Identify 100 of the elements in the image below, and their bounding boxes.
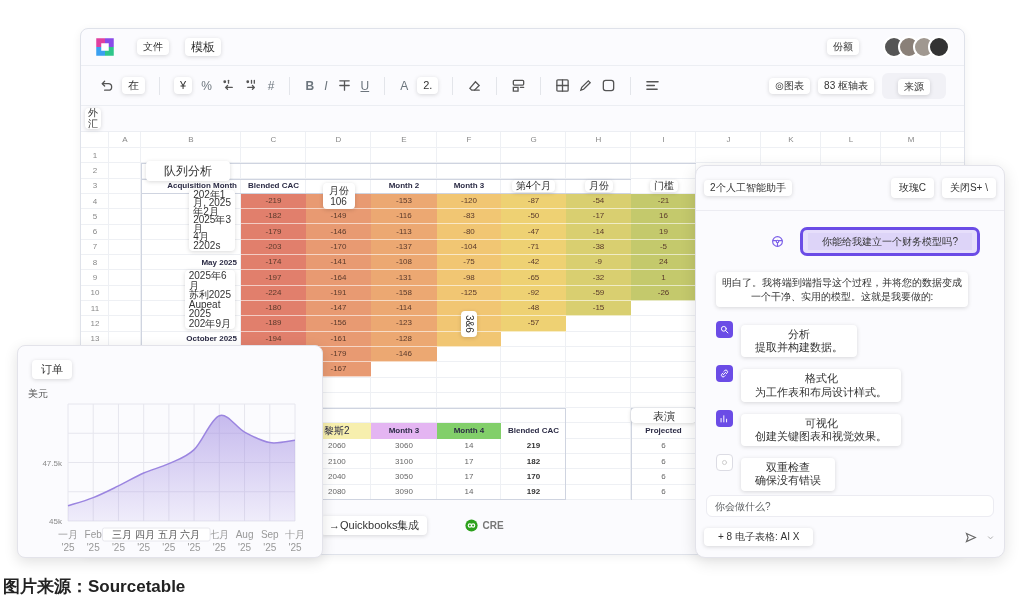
heatmap-cell: -98 xyxy=(437,270,501,286)
grid-icon[interactable] xyxy=(555,78,571,93)
table-cell-text: 14 xyxy=(463,486,475,499)
qb-logo-icon xyxy=(465,519,479,533)
table-cell-text: 2060 xyxy=(327,440,347,453)
caption-label: 图片来源： xyxy=(3,577,88,596)
table-format-icon[interactable] xyxy=(511,78,527,93)
heatmap-cell: -80 xyxy=(437,224,501,240)
toolbar-button[interactable]: U xyxy=(359,75,371,96)
value-popup: 月份 106 xyxy=(322,182,355,209)
heatmap-cell: -42 xyxy=(501,255,566,271)
row-number: 6 xyxy=(91,226,99,239)
column-heading: Month 2 xyxy=(387,180,421,193)
column-header[interactable]: E xyxy=(371,132,437,148)
header-button[interactable]: 玫瑰C xyxy=(890,178,934,198)
heatmap-cell: -164 xyxy=(306,270,371,286)
annotation-label: 三月 四月 五月 六月 xyxy=(101,527,211,542)
decrease-decimal-icon[interactable] xyxy=(220,78,236,93)
column-header[interactable]: C xyxy=(241,132,306,148)
heatmap-cell: 24 xyxy=(631,255,696,271)
row-label-note: 202年1 月, 2025 年2月 2025年3 月 4月 2202s xyxy=(189,189,235,252)
logo-icon[interactable] xyxy=(95,37,115,57)
column-header[interactable]: F xyxy=(437,132,501,148)
heatmap-cell: -149 xyxy=(306,209,371,225)
axis-unit: 美元 xyxy=(28,388,48,399)
heatmap-cell: -17 xyxy=(566,209,631,225)
column-heading: Month 3 xyxy=(452,180,486,193)
integration-button[interactable]: →Quickbooks集成 xyxy=(321,516,428,536)
column-header[interactable]: I xyxy=(631,132,696,148)
strikethrough-icon[interactable] xyxy=(336,78,352,93)
toolbar-button[interactable]: # xyxy=(266,75,276,96)
row-number: 11 xyxy=(89,302,101,315)
heatmap-cell: -50 xyxy=(501,209,566,225)
square-icon[interactable] xyxy=(601,78,617,93)
heatmap-cell: -146 xyxy=(306,224,371,240)
assistant-reply: 明白了。我将端到端指导这个过程，并将您的数据变成一个干净、实用的模型。这就是我要做的: xyxy=(716,272,968,307)
heatmap-cell: -189 xyxy=(241,316,306,332)
cell-reference: 外汇 xyxy=(85,108,101,129)
row-number: 9 xyxy=(91,272,99,284)
table-title: 表演 xyxy=(631,408,696,424)
heatmap-cell: -75 xyxy=(437,255,501,271)
align-left-icon[interactable] xyxy=(645,78,661,93)
toolbar-button[interactable]: 83 枢轴表 xyxy=(818,77,874,94)
toolbar-button[interactable]: A xyxy=(399,75,410,96)
column-heading: 月份 xyxy=(584,180,613,193)
toolbar-button[interactable]: I xyxy=(323,75,329,96)
y-tick-label: 45k xyxy=(49,517,62,526)
x-tick-label: '25 xyxy=(187,542,201,553)
row-label: May 2025 xyxy=(200,256,238,269)
toolbar-button[interactable]: 2. xyxy=(417,76,439,95)
undo-icon[interactable] xyxy=(99,78,114,93)
share-button[interactable]: 份额 xyxy=(827,39,859,55)
panel-title: 2个人工智能助手 xyxy=(704,180,792,196)
row-number: 1 xyxy=(91,149,99,162)
column-heading: 门槛 xyxy=(649,180,678,193)
row-number: 3 xyxy=(91,180,99,193)
y-tick-label: 47.5k xyxy=(42,458,62,468)
column-header[interactable]: D xyxy=(306,132,371,148)
heatmap-cell: -108 xyxy=(371,255,437,271)
column-heading: Acquisition Month xyxy=(166,180,238,191)
column-header[interactable]: G xyxy=(501,132,566,148)
heatmap-cell: -47 xyxy=(501,224,566,240)
column-header[interactable]: L xyxy=(821,132,881,148)
column-header[interactable]: M xyxy=(881,132,941,148)
header-button[interactable]: 关闭S+ \ xyxy=(941,178,996,198)
context-button[interactable]: + 8 电子表格: AI X xyxy=(704,528,814,546)
column-header[interactable]: B xyxy=(141,132,241,148)
table-cell-text: 219 xyxy=(525,440,542,453)
column-header[interactable]: H xyxy=(566,132,631,148)
eraser-icon[interactable] xyxy=(467,78,483,93)
pencil-icon[interactable] xyxy=(578,78,594,93)
column-header[interactable]: K xyxy=(761,132,821,148)
heatmap-cell: -174 xyxy=(241,255,306,271)
column-header[interactable]: J xyxy=(696,132,761,148)
heatmap-cell: -32 xyxy=(566,270,631,286)
heatmap-cell: -116 xyxy=(371,209,437,225)
source-button[interactable]: 来源 xyxy=(898,78,930,95)
heatmap-cell: -57 xyxy=(501,316,566,332)
table-cell-text: 3060 xyxy=(394,440,414,453)
file-menu[interactable]: 文件 xyxy=(137,39,169,55)
table-cell-text: 3050 xyxy=(394,470,414,483)
send-icon[interactable] xyxy=(964,530,977,544)
row-number: 13 xyxy=(89,333,101,346)
heatmap-cell: 16 xyxy=(631,209,696,225)
heatmap-cell: -182 xyxy=(241,209,306,225)
step-text: 格式化 为工作表和布局设计样式。 xyxy=(741,369,901,402)
step-text: 分析 提取并构建数据。 xyxy=(741,325,857,358)
row-label: October 2025 xyxy=(185,333,238,346)
toolbar-button[interactable]: % xyxy=(200,75,213,96)
chat-input[interactable]: 你会做什么? xyxy=(706,495,994,517)
x-tick-label: '25 xyxy=(162,542,176,553)
table-cell-text: 6 xyxy=(660,440,667,453)
toolbar-button[interactable]: ¥ xyxy=(174,76,193,95)
column-header[interactable]: A xyxy=(109,132,141,148)
template-tab[interactable]: 模板 xyxy=(185,37,221,57)
heatmap-cell: -123 xyxy=(371,316,437,332)
toolbar-button[interactable]: ◎图表 xyxy=(769,77,811,94)
toolbar-button[interactable]: B xyxy=(304,75,316,96)
table-cell-text: 14 xyxy=(463,440,475,453)
toolbar-button[interactable]: 在 xyxy=(122,76,145,95)
